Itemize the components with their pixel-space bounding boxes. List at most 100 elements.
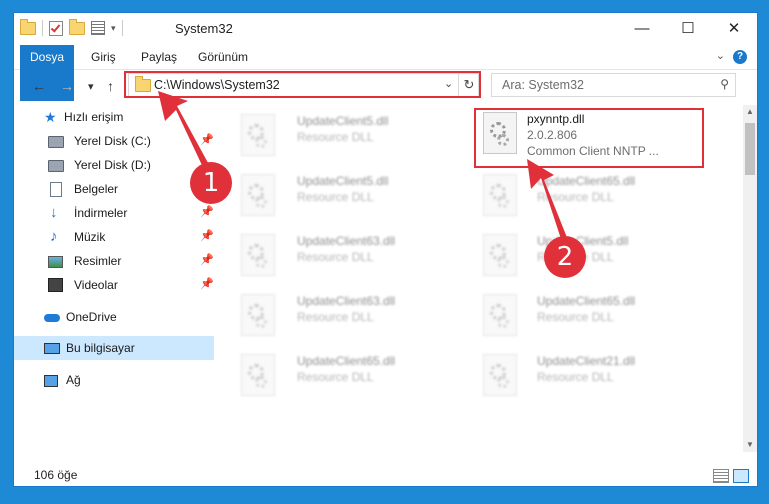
list-item[interactable]: UpdateClient5.dll Resource DLL — [479, 230, 709, 286]
computer-icon — [44, 341, 60, 355]
sidebar-item-music[interactable]: ♪ Müzik 📌 — [14, 225, 214, 249]
download-icon: ↓ — [50, 204, 58, 221]
sidebar-item-label: OneDrive — [66, 310, 117, 324]
file-type: Resource DLL — [297, 310, 374, 324]
window-controls: — ☐ ✕ — [619, 13, 757, 43]
search-input[interactable]: Ara: System32 ⚲ — [491, 73, 736, 97]
list-item[interactable]: UpdateClient65.dll Resource DLL — [479, 170, 709, 226]
scroll-thumb[interactable] — [745, 123, 755, 175]
sidebar-item-label: Hızlı erişim — [64, 110, 124, 124]
list-item[interactable]: UpdateClient5.dll Resource DLL — [217, 110, 447, 166]
file-name: UpdateClient63.dll — [297, 294, 396, 308]
dll-file-icon — [483, 234, 517, 276]
pin-icon[interactable]: 📌 — [200, 253, 214, 266]
status-bar: 106 öğe — [14, 464, 757, 486]
tab-share[interactable]: Paylaş — [141, 45, 177, 69]
sidebar-item-quick-access[interactable]: ★ Hızlı erişim — [14, 105, 214, 129]
dll-file-icon — [241, 294, 275, 336]
drive-icon — [48, 134, 64, 148]
file-name: UpdateClient5.dll — [297, 114, 389, 128]
maximize-button[interactable]: ☐ — [665, 13, 711, 43]
documents-icon — [50, 182, 66, 197]
large-icons-view-icon[interactable] — [733, 469, 749, 483]
pin-icon[interactable]: 📌 — [200, 133, 214, 146]
sidebar-item-label: Yerel Disk (C:) — [74, 134, 151, 148]
properties-icon[interactable] — [49, 20, 63, 36]
sidebar-item-label: Ağ — [66, 373, 81, 387]
tab-view[interactable]: Görünüm — [198, 45, 248, 69]
file-type: Resource DLL — [297, 190, 374, 204]
file-type: Resource DLL — [297, 250, 374, 264]
list-item[interactable]: UpdateClient65.dll Resource DLL — [479, 290, 709, 346]
minimize-button[interactable]: — — [619, 13, 665, 43]
dll-file-icon — [241, 354, 275, 396]
title-bar: ▾ System32 — ☐ ✕ — [14, 13, 757, 45]
back-button[interactable]: ← — [32, 78, 46, 94]
file-name: UpdateClient65.dll — [297, 354, 396, 368]
file-type: Resource DLL — [537, 310, 614, 324]
dll-file-icon — [241, 114, 275, 156]
toolbar-divider — [42, 20, 43, 36]
scroll-down-icon[interactable]: ▼ — [743, 438, 757, 452]
details-view-icon[interactable] — [713, 469, 729, 483]
pin-icon[interactable]: 📌 — [200, 229, 214, 242]
sidebar-item-local-disk-c[interactable]: Yerel Disk (C:) 📌 — [14, 129, 214, 153]
music-icon: ♪ — [50, 228, 58, 245]
list-item[interactable]: UpdateClient5.dll Resource DLL — [217, 170, 447, 226]
sidebar-item-videos[interactable]: Videolar 📌 — [14, 273, 214, 297]
vertical-scrollbar[interactable]: ▲ ▼ — [743, 105, 757, 452]
sidebar-item-pictures[interactable]: Resimler 📌 — [14, 249, 214, 273]
list-item[interactable]: UpdateClient65.dll Resource DLL — [217, 350, 447, 406]
sidebar-item-downloads[interactable]: ↓ İndirmeler 📌 — [14, 201, 214, 225]
new-folder-icon[interactable] — [69, 18, 85, 35]
close-button[interactable]: ✕ — [711, 13, 757, 43]
sidebar-item-label: Yerel Disk (D:) — [74, 158, 151, 172]
file-name: UpdateClient5.dll — [297, 174, 389, 188]
pin-icon[interactable]: 📌 — [200, 277, 214, 290]
chevron-down-icon[interactable]: ▾ — [111, 23, 116, 34]
dll-file-icon — [483, 294, 517, 336]
sidebar-item-label: Resimler — [74, 254, 122, 268]
sidebar-item-label: Bu bilgisayar — [66, 341, 135, 355]
toolbar-divider — [121, 20, 123, 36]
file-type: Resource DLL — [537, 370, 614, 384]
view-list-icon[interactable] — [91, 21, 105, 35]
window-title: System32 — [175, 21, 233, 36]
drive-icon — [48, 158, 64, 172]
step-1-badge: 1 — [190, 162, 232, 204]
file-type: Resource DLL — [297, 370, 374, 384]
file-name: UpdateClient63.dll — [297, 234, 396, 248]
sidebar-item-onedrive[interactable]: OneDrive — [14, 305, 214, 329]
list-item[interactable]: UpdateClient63.dll Resource DLL — [217, 290, 447, 346]
recent-locations-button[interactable]: ▾ — [88, 80, 94, 93]
expand-ribbon-icon[interactable]: ⌄ — [716, 49, 725, 62]
list-item[interactable]: UpdateClient21.dll Resource DLL — [479, 350, 709, 406]
sidebar-item-this-pc[interactable]: Bu bilgisayar — [14, 336, 214, 360]
up-button[interactable]: ↑ — [107, 78, 114, 94]
list-item[interactable]: UpdateClient63.dll Resource DLL — [217, 230, 447, 286]
sidebar-item-documents[interactable]: Belgeler — [14, 177, 214, 201]
search-icon[interactable]: ⚲ — [720, 77, 729, 91]
file-type: Resource DLL — [537, 190, 614, 204]
pin-icon[interactable]: 📌 — [200, 205, 214, 218]
sidebar-item-label: İndirmeler — [74, 206, 128, 220]
sidebar-item-network[interactable]: Ağ — [14, 368, 214, 392]
file-type: Resource DLL — [297, 130, 374, 144]
help-icon[interactable]: ? — [733, 50, 747, 64]
videos-icon — [48, 278, 64, 292]
item-count: 106 öğe — [34, 468, 78, 482]
sidebar-item-label: Videolar — [74, 278, 118, 292]
scroll-up-icon[interactable]: ▲ — [743, 105, 757, 119]
forward-button[interactable]: → — [60, 78, 74, 94]
dll-file-icon — [483, 174, 517, 216]
network-icon — [44, 373, 60, 387]
cloud-icon — [44, 310, 60, 324]
sidebar-item-label: Müzik — [74, 230, 106, 244]
tab-home[interactable]: Giriş — [91, 45, 116, 69]
file-name: UpdateClient65.dll — [537, 294, 636, 308]
file-highlight-box — [474, 108, 704, 168]
sidebar-item-local-disk-d[interactable]: Yerel Disk (D:) — [14, 153, 214, 177]
folder-icon[interactable] — [20, 18, 36, 35]
quick-access-toolbar: ▾ — [20, 18, 123, 36]
sidebar-item-label: Belgeler — [74, 182, 119, 196]
